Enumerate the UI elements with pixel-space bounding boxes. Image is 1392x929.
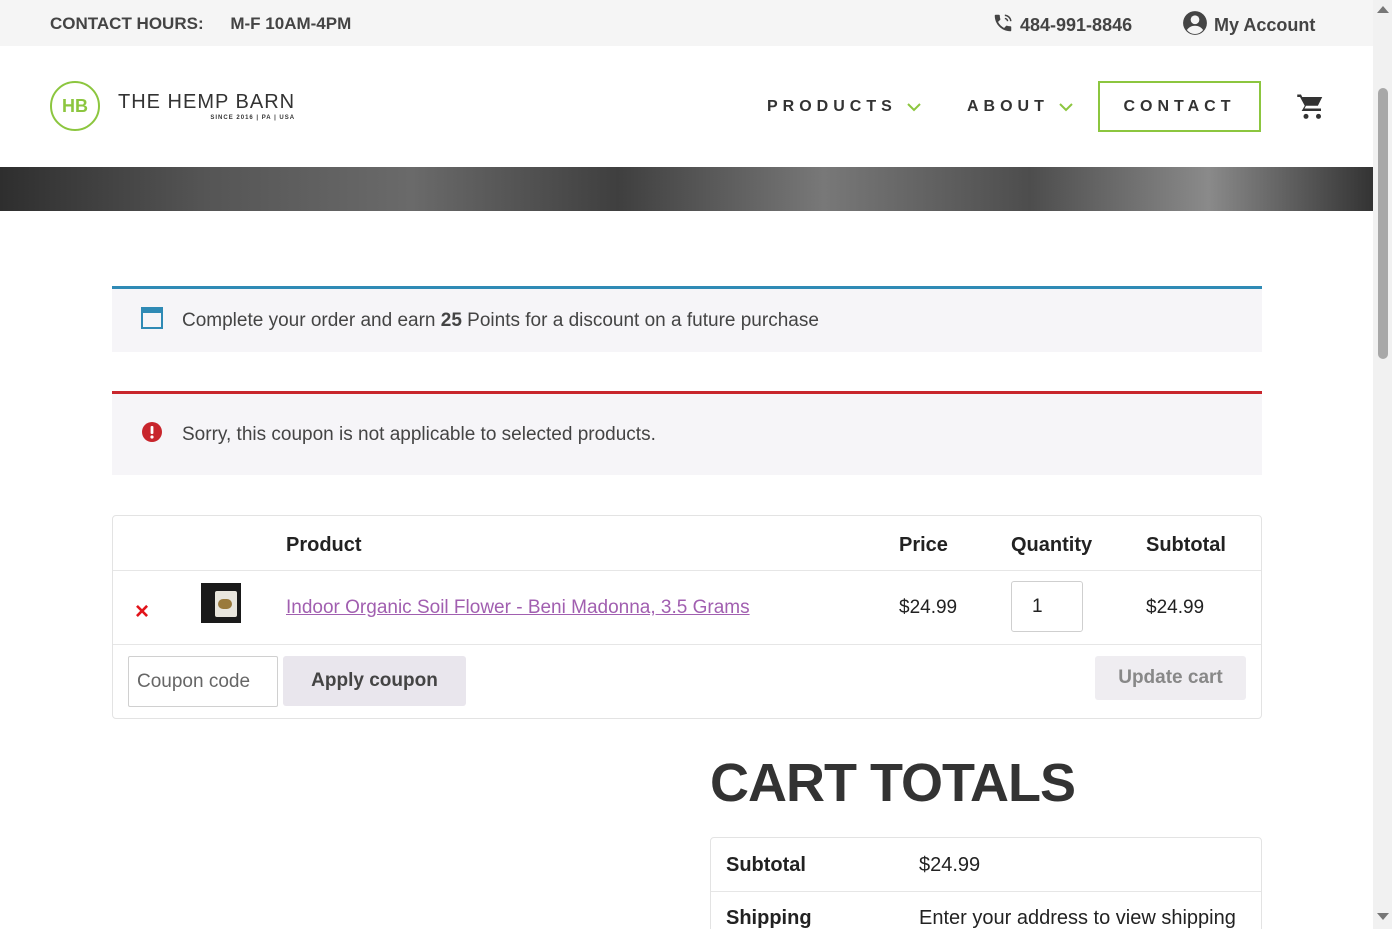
cart-totals-table: Subtotal $24.99 Shipping Enter your addr… [710, 837, 1262, 929]
cart-totals-title: CART TOTALS [710, 753, 1076, 813]
my-account-link[interactable]: My Account [1182, 10, 1315, 41]
totals-shipping-value: Enter your address to view shipping [919, 907, 1236, 929]
site-logo[interactable]: HB THE HEMP BARN SINCE 2016 | PA | USA [50, 81, 295, 131]
apply-coupon-button[interactable]: Apply coupon [283, 656, 466, 706]
scrollbar-thumb[interactable] [1378, 88, 1388, 359]
quantity-input[interactable] [1011, 581, 1083, 632]
phone-icon [992, 12, 1014, 39]
row-divider [113, 644, 1261, 645]
my-account-label[interactable]: My Account [1214, 15, 1315, 36]
coupon-error-notice: Sorry, this coupon is not applicable to … [112, 391, 1262, 475]
chevron-down-icon [1059, 100, 1073, 114]
column-header-subtotal: Subtotal [1146, 534, 1226, 556]
contact-hours-label: CONTACT HOURS: [50, 14, 204, 33]
error-icon [141, 421, 163, 449]
cart-icon[interactable] [1296, 93, 1326, 126]
nav-products-label[interactable]: PRODUCTS [767, 98, 897, 116]
column-header-product: Product [286, 534, 362, 556]
nav-about[interactable]: ABOUT [967, 46, 1073, 167]
remove-icon[interactable]: × [135, 598, 149, 626]
points-notice-text: Complete your order and earn 25 Points f… [182, 309, 819, 331]
points-notice: Complete your order and earn 25 Points f… [112, 286, 1262, 352]
update-cart-button[interactable]: Update cart [1095, 656, 1246, 700]
column-header-quantity: Quantity [1011, 534, 1093, 556]
info-icon [141, 306, 163, 335]
chevron-down-icon [907, 100, 921, 114]
totals-shipping-label: Shipping [726, 907, 812, 929]
logo-tagline: SINCE 2016 | PA | USA [210, 115, 296, 121]
contact-button[interactable]: CONTACT [1098, 81, 1261, 132]
product-name-link[interactable]: Indoor Organic Soil Flower - Beni Madonn… [286, 597, 750, 619]
top-bar: CONTACT HOURS: M-F 10AM-4PM 484-991-8846… [0, 0, 1373, 46]
site-header: HB THE HEMP BARN SINCE 2016 | PA | USA P… [0, 46, 1373, 167]
product-subtotal: $24.99 [1146, 597, 1205, 618]
contact-hours: CONTACT HOURS: M-F 10AM-4PM [50, 14, 351, 34]
cart-table: Product Price Quantity Subtotal × Indoor… [112, 515, 1262, 719]
column-header-price: Price [899, 534, 948, 556]
logo-mark: HB [50, 81, 100, 131]
nav-about-label[interactable]: ABOUT [967, 98, 1049, 116]
scroll-up-arrow[interactable] [1377, 6, 1389, 13]
totals-subtotal-label: Subtotal [726, 854, 806, 876]
scroll-down-arrow[interactable] [1377, 913, 1389, 920]
points-value: 25 [440, 309, 462, 331]
totals-subtotal-value: $24.99 [919, 854, 981, 876]
row-divider [711, 891, 1261, 892]
row-divider [113, 570, 1261, 571]
phone-number[interactable]: 484-991-8846 [1020, 15, 1132, 36]
nav-products[interactable]: PRODUCTS [767, 46, 921, 167]
phone-link[interactable]: 484-991-8846 [992, 12, 1132, 39]
contact-hours-value: M-F 10AM-4PM [230, 14, 352, 33]
logo-name: THE HEMP BARN [118, 91, 296, 113]
coupon-error-text: Sorry, this coupon is not applicable to … [182, 423, 656, 445]
product-thumbnail[interactable] [201, 583, 241, 623]
product-price: $24.99 [899, 597, 958, 618]
hero-banner [0, 167, 1373, 211]
coupon-code-input[interactable] [128, 656, 278, 707]
account-icon [1182, 10, 1208, 41]
